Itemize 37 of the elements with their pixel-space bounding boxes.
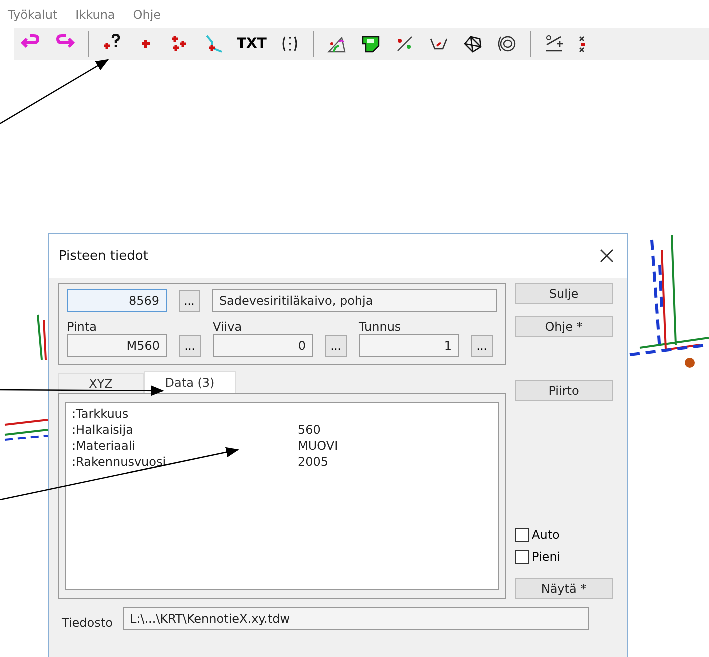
checkbox[interactable] <box>515 528 529 542</box>
data-value: 560 <box>298 422 321 438</box>
input-field[interactable]: 0 <box>213 334 313 357</box>
number-field[interactable]: 8569 <box>67 289 167 312</box>
data-value: 2005 <box>298 454 329 470</box>
tab[interactable]: Data (3) <box>144 371 236 393</box>
description-field[interactable]: Sadevesiritiläkaivo, pohja <box>212 289 497 312</box>
field-label: Viiva <box>213 320 244 334</box>
data-key: :Halkaisija <box>72 422 298 438</box>
file-label: Tiedosto <box>62 616 113 630</box>
input-field[interactable]: 1 <box>359 334 459 357</box>
browse-button[interactable]: ... <box>178 290 200 312</box>
checkbox[interactable] <box>515 550 529 564</box>
menu-item[interactable]: Ohje <box>131 8 164 28</box>
checkbox-label: Pieni <box>532 550 561 564</box>
tab[interactable]: XYZ <box>58 373 144 393</box>
checkbox-label: Auto <box>532 528 560 542</box>
data-key: :Rakennusvuosi <box>72 454 298 470</box>
data-key: :Tarkkuus <box>72 406 298 422</box>
close-icon[interactable] <box>599 248 615 264</box>
field-label: Tunnus <box>359 320 402 334</box>
browse-button[interactable]: ... <box>471 335 493 357</box>
file-field[interactable]: L:\...\KRT\KennotieX.xy.tdw <box>122 607 589 630</box>
dialog-title: Pisteen tiedot <box>59 248 148 264</box>
text-tool[interactable]: TXT <box>237 36 267 52</box>
field-label: Pinta <box>67 320 98 334</box>
dialog-button[interactable]: Ohje * <box>515 316 613 337</box>
browse-button[interactable]: ... <box>325 335 347 357</box>
menu-item[interactable]: Työkalut <box>6 8 60 28</box>
dialog-button[interactable]: Sulje <box>515 283 613 304</box>
data-value: MUOVI <box>298 438 338 454</box>
data-key: :Materiaali <box>72 438 298 454</box>
menu-item[interactable]: Ikkuna <box>74 8 118 28</box>
dialog-button[interactable]: Piirto <box>515 380 613 401</box>
input-field[interactable]: M560 <box>67 334 167 357</box>
browse-button[interactable]: ... <box>179 335 201 357</box>
show-button[interactable]: Näytä * <box>515 578 613 599</box>
